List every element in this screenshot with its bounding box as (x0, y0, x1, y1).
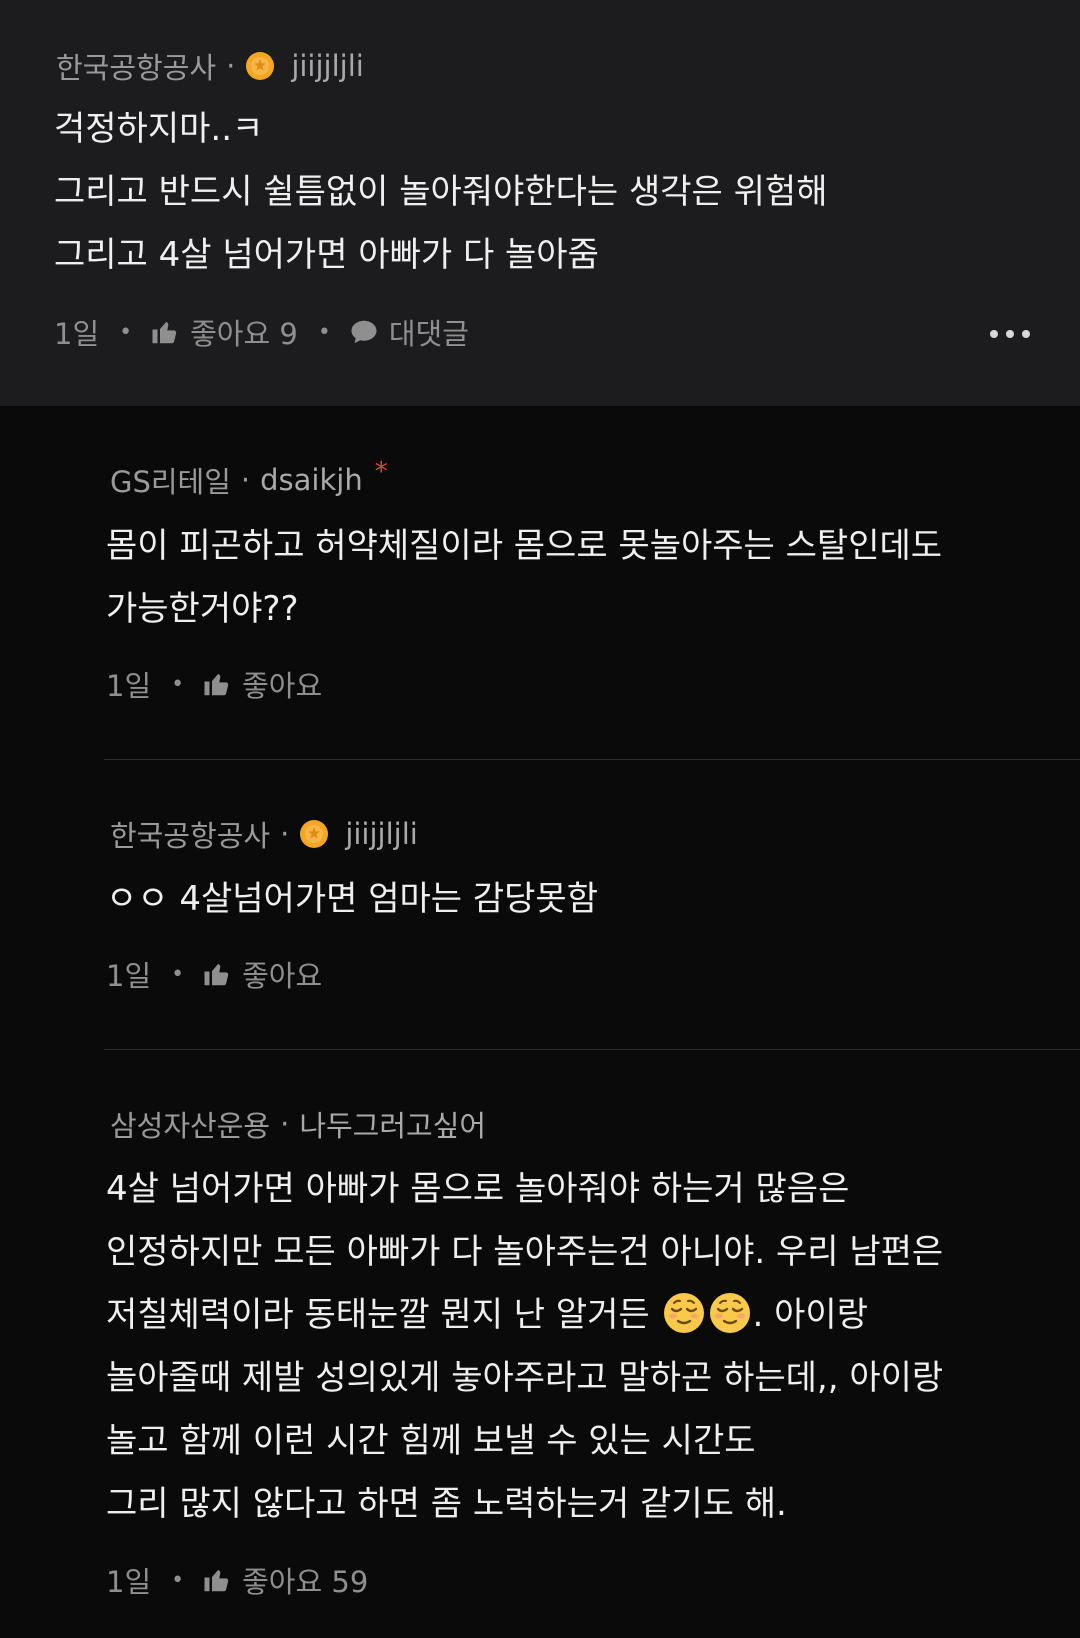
comment-2-body: 몸이 피곤하고 허약체질이라 몸으로 못놀아주는 스탈인데도 가능한거야?? (106, 515, 942, 641)
comment-line: 그리 많지 않다고 하면 좀 노력하는거 같기도 해. (106, 1484, 787, 1524)
like-button[interactable]: 좋아요 (202, 953, 322, 995)
relieved-face-emoji (663, 1292, 705, 1334)
like-label: 좋아요 (242, 959, 323, 993)
medal-icon (245, 51, 275, 81)
reply-label: 대댓글 (388, 317, 469, 351)
separator-dot: • (171, 1567, 185, 1593)
speech-bubble-icon (349, 317, 379, 347)
like-button[interactable]: 좋아요 59 (202, 1559, 368, 1601)
comment-line: 4살 넘어가면 아빠가 몸으로 놀아줘야 하는거 많음은 (106, 1169, 850, 1209)
comment-line: 인정하지만 모든 아빠가 다 놀아주는건 아니야. 우리 남편은 (106, 1232, 944, 1272)
comment-3-author[interactable]: 한국공항공사 · jiijjljli (110, 814, 418, 854)
company-name: 한국공항공사 (110, 819, 271, 853)
comment-line: 그리고 반드시 쉴틈없이 놀아줘야한다는 생각은 위험해 (54, 172, 828, 212)
comment-text: 저칠체력이라 동태눈깔 뭔지 난 알거든 (106, 1295, 661, 1335)
comment-line: 걱정하지마..ㅋ (54, 109, 264, 149)
comment-2-author[interactable]: GS리테일 · dsaikjh * (110, 457, 388, 500)
divider (104, 759, 1080, 760)
company-name: 한국공항공사 (56, 51, 217, 85)
comment-2-actions: 1일 • 좋아요 (106, 664, 322, 704)
comment-3-body: ㅇㅇ 4살넘어가면 엄마는 감당못함 (106, 868, 598, 931)
comment-line: ㅇㅇ 4살넘어가면 엄마는 감당못함 (106, 879, 598, 919)
timestamp: 1일 (106, 669, 152, 703)
medal-icon (299, 819, 329, 849)
more-options-icon[interactable] (990, 330, 1030, 338)
like-label: 좋아요 9 (190, 317, 298, 351)
comment-4-body: 4살 넘어가면 아빠가 몸으로 놀아줘야 하는거 많음은 인정하지만 모든 아빠… (106, 1158, 943, 1536)
nickname: jiijjljli (291, 49, 364, 83)
comment-line: 몸이 피곤하고 허약체질이라 몸으로 못놀아주는 스탈인데도 (106, 526, 943, 566)
thumbs-up-icon (202, 669, 232, 699)
nickname: jiijjljli (345, 817, 418, 851)
comment-line: 가능한거야?? (106, 589, 299, 629)
comment-3-actions: 1일 • 좋아요 (106, 954, 322, 994)
separator-dot: · (280, 817, 290, 851)
comment-line: 그리고 4살 넘어가면 아빠가 다 놀아줌 (54, 235, 599, 275)
nickname: dsaikjh (260, 463, 363, 497)
relieved-face-emoji (709, 1292, 751, 1334)
timestamp: 1일 (106, 959, 152, 993)
separator-dot: · (240, 463, 251, 497)
company-name: 삼성자산운용 (110, 1109, 271, 1143)
separator-dot: • (119, 319, 133, 345)
separator-dot: · (280, 1107, 290, 1141)
comment-4-author[interactable]: 삼성자산운용 · 나두그러고싶어 (110, 1104, 486, 1144)
like-label: 좋아요 59 (242, 1565, 369, 1599)
like-label: 좋아요 (242, 669, 323, 703)
separator-dot: • (171, 961, 185, 987)
comment-line-with-emoji: 저칠체력이라 동태눈깔 뭔지 난 알거든 . 아이랑 (106, 1284, 943, 1347)
nickname: 나두그러고싶어 (299, 1109, 487, 1143)
reply-button[interactable]: 대댓글 (349, 311, 469, 353)
timestamp: 1일 (54, 317, 100, 351)
author-marker: * (374, 457, 388, 487)
comment-1-actions: 1일 • 좋아요 9 • 대댓글 (54, 312, 469, 352)
thumbs-up-icon (202, 959, 232, 989)
separator-dot: • (317, 319, 331, 345)
comment-text: . 아이랑 (752, 1295, 868, 1335)
thumbs-up-icon (150, 317, 180, 347)
separator-dot: • (171, 671, 185, 697)
thumbs-up-icon (202, 1565, 232, 1595)
comment-line: 놀아줄때 제발 성의있게 놓아주라고 말하곤 하는데,, 아이랑 (106, 1358, 944, 1398)
separator-dot: · (226, 49, 236, 83)
like-button[interactable]: 좋아요 (202, 663, 322, 705)
comment-1-author[interactable]: 한국공항공사 · jiijjljli (56, 46, 364, 86)
divider (104, 1049, 1080, 1050)
comment-1-body: 걱정하지마..ㅋ 그리고 반드시 쉴틈없이 놀아줘야한다는 생각은 위험해 그리… (54, 98, 827, 287)
comment-4-actions: 1일 • 좋아요 59 (106, 1560, 368, 1600)
timestamp: 1일 (106, 1565, 152, 1599)
like-button[interactable]: 좋아요 9 (150, 311, 298, 353)
company-name: GS리테일 (110, 465, 231, 499)
comment-line: 놀고 함께 이런 시간 힘께 보낼 수 있는 시간도 (106, 1421, 756, 1461)
